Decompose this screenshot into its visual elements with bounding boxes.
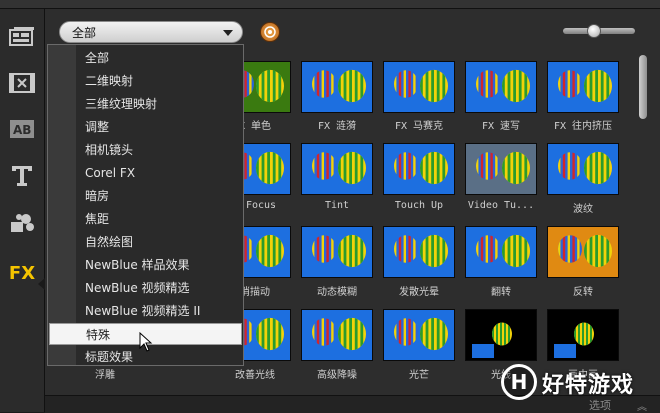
dropdown-item[interactable]: Corel FX: [49, 162, 242, 184]
dropdown-item[interactable]: NewBlue 视频精选 II: [49, 300, 242, 322]
dropdown-item[interactable]: 暗房: [49, 185, 242, 207]
effect-thumbnail[interactable]: [465, 143, 537, 195]
effect-thumbnail[interactable]: [301, 309, 373, 361]
effect-thumbnail[interactable]: [383, 143, 455, 195]
transitions-icon[interactable]: [6, 67, 38, 99]
category-select[interactable]: 全部: [59, 21, 243, 43]
effect-label: Video Tu...: [467, 200, 535, 211]
watermark-text: 好特游戏: [542, 373, 635, 398]
dropdown-item[interactable]: 二维映射: [49, 70, 242, 92]
top-border: [0, 0, 660, 9]
effect-label: FX 涟漪: [317, 121, 357, 132]
dropdown-item[interactable]: 三维纹理映射: [49, 93, 242, 115]
dropdown-item[interactable]: NewBlue 样品效果: [49, 254, 242, 276]
dropdown-item[interactable]: 相机镜头: [49, 139, 242, 161]
dropdown-item[interactable]: 全部: [49, 47, 242, 69]
fx-library-window: AB FX 全部 X 单色 FX 涟漪 FX 马赛克 FX 速写 FX 往内挤压 t Fo…: [0, 0, 660, 413]
effect-label: FX 往内挤压: [553, 121, 613, 132]
effect-thumbnail[interactable]: [547, 226, 619, 278]
effect-thumbnail[interactable]: [547, 309, 619, 361]
effect-label: FX 速写: [481, 121, 521, 132]
effect-thumbnail[interactable]: [383, 61, 455, 113]
effect-label: 发散光晕: [399, 287, 439, 298]
effect-label: 浮雕: [95, 370, 115, 381]
media-library-icon[interactable]: [6, 21, 38, 53]
category-select-value: 全部: [72, 26, 97, 40]
effect-label: FX 马赛克: [394, 121, 444, 132]
zoom-slider-thumb[interactable]: [587, 24, 602, 38]
effect-thumbnail[interactable]: [301, 226, 373, 278]
title-ab-icon[interactable]: AB: [6, 113, 38, 145]
library-sidebar: AB FX: [0, 9, 45, 412]
effect-label: 动态模糊: [317, 287, 357, 298]
watermark-logo-icon: H: [501, 364, 537, 400]
svg-text:AB: AB: [13, 123, 31, 137]
effect-label: 光芒: [409, 370, 429, 381]
effect-label: Touch Up: [394, 200, 444, 211]
library-toolbar: 全部: [45, 9, 660, 49]
dropdown-item[interactable]: 自然绘图: [49, 231, 242, 253]
chevron-down-icon: [223, 30, 233, 36]
category-dropdown: 全部 二维映射 三维纹理映射 调整 相机镜头 Corel FX 暗房 焦距 自然绘图 NewBlu…: [47, 44, 244, 366]
effect-thumbnail[interactable]: [465, 61, 537, 113]
grid-scrollbar[interactable]: [638, 51, 648, 391]
graphics-icon[interactable]: [6, 207, 38, 239]
effect-thumbnail[interactable]: [383, 226, 455, 278]
dropdown-item[interactable]: NewBlue 视频精选: [49, 277, 242, 299]
effect-label: Tint: [324, 200, 350, 211]
effect-thumbnail[interactable]: [301, 143, 373, 195]
effect-label: 波纹: [573, 204, 593, 215]
effect-label: 改善光线: [235, 370, 275, 381]
effect-label: 高级降噪: [317, 370, 357, 381]
effect-thumbnail[interactable]: [547, 61, 619, 113]
effect-thumbnail[interactable]: [465, 309, 537, 361]
effect-label: 反转: [573, 287, 593, 298]
text-t-icon[interactable]: [6, 159, 38, 191]
effect-thumbnail[interactable]: [465, 226, 537, 278]
dropdown-item[interactable]: 调整: [49, 116, 242, 138]
scrollbar-thumb[interactable]: [639, 55, 647, 119]
mouse-cursor-icon: [139, 331, 153, 356]
effect-label: 翻转: [491, 287, 511, 298]
fx-icon[interactable]: FX: [6, 257, 38, 289]
dropdown-item[interactable]: 焦距: [49, 208, 242, 230]
active-pointer: [38, 278, 45, 290]
apply-filter-icon[interactable]: [260, 22, 280, 42]
effect-thumbnail[interactable]: [301, 61, 373, 113]
thumbnail-zoom-slider[interactable]: [563, 24, 635, 38]
effect-thumbnail[interactable]: [547, 143, 619, 195]
site-watermark: H 好特游戏: [498, 362, 660, 404]
effect-thumbnail[interactable]: [383, 309, 455, 361]
